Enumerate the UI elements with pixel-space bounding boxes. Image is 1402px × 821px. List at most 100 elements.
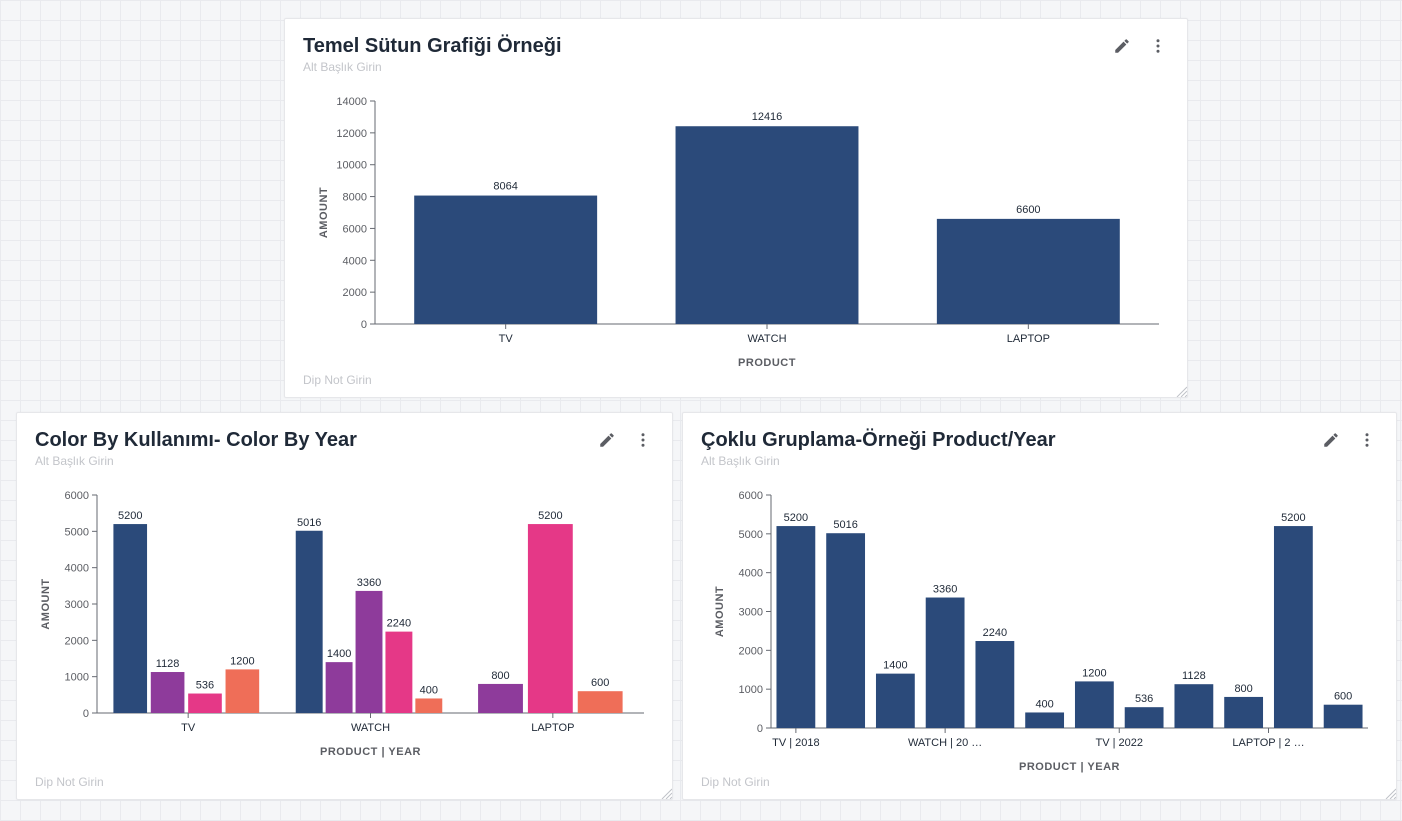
bar-value-label: 5200 [118, 510, 142, 522]
y-tick-label: 5000 [65, 526, 89, 538]
bar-value-label: 12416 [752, 111, 783, 123]
card-footer[interactable]: Dip Not Girin [35, 775, 104, 789]
pencil-icon [1113, 37, 1131, 55]
y-tick-label: 3000 [65, 599, 89, 611]
y-tick-label: 4000 [739, 568, 763, 580]
y-tick-label: 4000 [65, 563, 89, 575]
pencil-icon [1322, 431, 1340, 449]
card-title: Çoklu Gruplama-Örneği Product/Year [701, 429, 1320, 452]
card-footer[interactable]: Dip Not Girin [303, 373, 372, 387]
bar[interactable] [1025, 712, 1064, 728]
bar-value-label: 536 [196, 680, 214, 692]
edit-button[interactable] [1320, 429, 1342, 451]
card-actions [1320, 429, 1378, 451]
bar-value-label: 1200 [230, 655, 254, 667]
more-button[interactable] [632, 429, 654, 451]
bar[interactable] [1224, 697, 1263, 728]
bar-value-label: 1128 [156, 658, 180, 670]
bar[interactable] [926, 598, 965, 728]
bar[interactable] [113, 524, 147, 713]
bar-value-label: 400 [420, 684, 438, 696]
bar[interactable] [151, 672, 185, 713]
bar-value-label: 2240 [387, 618, 411, 630]
y-tick-label: 2000 [65, 635, 89, 647]
bar[interactable] [188, 694, 222, 713]
y-tick-label: 1000 [739, 684, 763, 696]
bar[interactable] [1125, 707, 1164, 728]
bar[interactable] [226, 669, 260, 713]
bar-value-label: 536 [1135, 693, 1153, 705]
bar-value-label: 1400 [883, 660, 907, 672]
bar-value-label: 1200 [1082, 667, 1106, 679]
resize-handle[interactable] [1175, 385, 1187, 397]
resize-handle[interactable] [660, 787, 672, 799]
y-axis-label: AMOUNT [318, 187, 330, 238]
x-axis-label: PRODUCT | YEAR [320, 746, 421, 758]
chart-plot-area: 02000400060008000100001200014000AMOUNTPR… [295, 89, 1179, 379]
bar-value-label: 6600 [1016, 204, 1040, 216]
bar-value-label: 5200 [1281, 512, 1305, 524]
more-button[interactable] [1356, 429, 1378, 451]
bar[interactable] [937, 219, 1120, 324]
resize-handle[interactable] [1384, 787, 1396, 799]
card-subtitle[interactable]: Alt Başlık Girin [35, 454, 596, 468]
bar[interactable] [414, 196, 597, 324]
bar-value-label: 1128 [1182, 670, 1206, 682]
card-title-block: Temel Sütun Grafiği Örneği Alt Başlık Gi… [303, 35, 1111, 74]
bar[interactable] [1075, 681, 1114, 728]
y-tick-label: 14000 [336, 96, 367, 108]
y-tick-label: 3000 [739, 607, 763, 619]
bar[interactable] [876, 674, 915, 728]
category-label: TV [181, 722, 196, 734]
card-header: Çoklu Gruplama-Örneği Product/Year Alt B… [683, 413, 1396, 468]
more-vert-icon [1358, 431, 1376, 449]
bar[interactable] [1174, 684, 1213, 728]
bar[interactable] [415, 698, 442, 713]
bar[interactable] [1324, 705, 1363, 728]
category-label: LAPTOP [531, 722, 574, 734]
chart-card-multi-group: Çoklu Gruplama-Örneği Product/Year Alt B… [682, 412, 1397, 800]
bar[interactable] [356, 591, 383, 713]
edit-button[interactable] [1111, 35, 1133, 57]
card-subtitle[interactable]: Alt Başlık Girin [303, 60, 1111, 74]
y-tick-label: 6000 [343, 223, 367, 235]
card-subtitle[interactable]: Alt Başlık Girin [701, 454, 1320, 468]
bar[interactable] [826, 533, 865, 728]
y-tick-label: 6000 [65, 490, 89, 502]
more-button[interactable] [1147, 35, 1169, 57]
bar[interactable] [676, 126, 859, 324]
bar[interactable] [776, 526, 815, 728]
bar[interactable] [528, 524, 573, 713]
category-label: LAPTOP [1007, 333, 1050, 345]
y-tick-label: 10000 [336, 160, 367, 172]
bar[interactable] [326, 662, 353, 713]
bar-value-label: 400 [1035, 698, 1053, 710]
dashboard-canvas: Temel Sütun Grafiği Örneği Alt Başlık Gi… [0, 0, 1402, 821]
bar[interactable] [578, 691, 623, 713]
bar[interactable] [296, 531, 323, 713]
chart-plot-area: 0100020003000400050006000AMOUNTPRODUCT |… [693, 483, 1388, 783]
bar-value-label: 3360 [933, 584, 957, 596]
chart-card-basic-column: Temel Sütun Grafiği Örneği Alt Başlık Gi… [284, 18, 1188, 398]
x-axis-label: PRODUCT | YEAR [1019, 761, 1120, 773]
y-tick-label: 0 [83, 708, 89, 720]
bar-value-label: 2240 [983, 627, 1007, 639]
bar[interactable] [1274, 526, 1313, 728]
bar-value-label: 5016 [297, 517, 321, 529]
x-axis-label: PRODUCT [738, 357, 796, 369]
bar-value-label: 1400 [327, 648, 351, 660]
bar[interactable] [975, 641, 1014, 728]
card-actions [1111, 35, 1169, 57]
category-label: TV [499, 333, 514, 345]
y-tick-label: 5000 [739, 529, 763, 541]
bar[interactable] [385, 632, 412, 713]
bar[interactable] [478, 684, 523, 713]
more-vert-icon [1149, 37, 1167, 55]
card-header: Temel Sütun Grafiği Örneği Alt Başlık Gi… [285, 19, 1187, 74]
edit-button[interactable] [596, 429, 618, 451]
y-tick-label: 12000 [336, 128, 367, 140]
bar-value-label: 5200 [538, 510, 562, 522]
card-footer[interactable]: Dip Not Girin [701, 775, 770, 789]
card-title-block: Color By Kullanımı- Color By Year Alt Ba… [35, 429, 596, 468]
y-axis-label: AMOUNT [40, 578, 52, 629]
